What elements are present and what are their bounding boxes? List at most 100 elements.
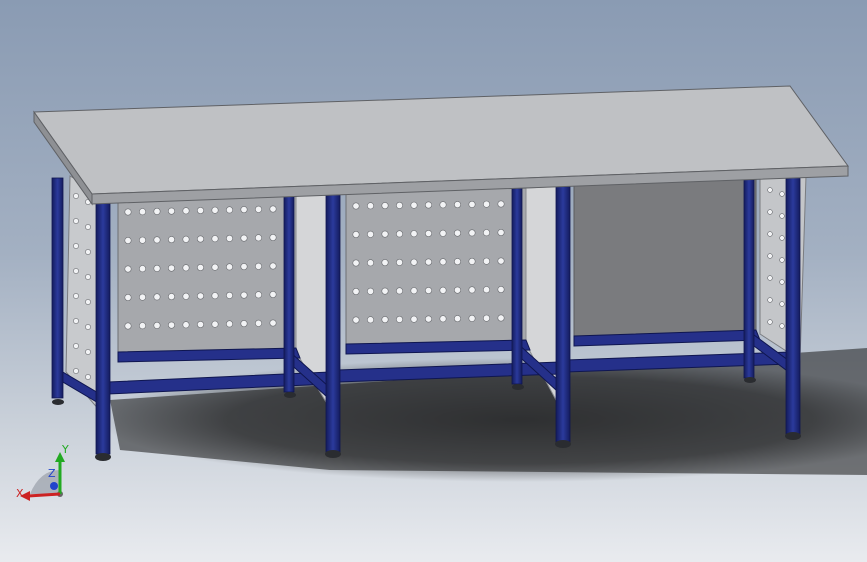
perforation-hole bbox=[424, 258, 432, 266]
perforation-hole bbox=[255, 234, 263, 242]
perforation-hole bbox=[468, 200, 476, 208]
perforation-hole bbox=[269, 234, 277, 242]
perforation-hole bbox=[197, 207, 205, 215]
perforation-hole bbox=[153, 207, 161, 215]
perforation-hole bbox=[767, 231, 773, 237]
perforation-hole bbox=[482, 200, 490, 208]
perforation-hole bbox=[482, 286, 490, 294]
perforation-hole bbox=[352, 231, 360, 239]
perforation-hole bbox=[410, 287, 418, 295]
perforation-hole bbox=[779, 235, 785, 241]
perforation-hole bbox=[73, 243, 79, 249]
perforation-hole bbox=[453, 286, 461, 294]
perforation-hole bbox=[182, 264, 190, 272]
perforation-hole bbox=[424, 315, 432, 323]
perforation-hole bbox=[779, 191, 785, 197]
perforation-hole bbox=[497, 285, 505, 293]
perforation-hole bbox=[240, 234, 248, 242]
perforation-hole bbox=[269, 290, 277, 298]
perforation-hole bbox=[468, 314, 476, 322]
perforation-hole bbox=[366, 230, 374, 238]
perforation-hole bbox=[211, 320, 219, 328]
perforation-hole bbox=[366, 202, 374, 210]
perforation-hole bbox=[240, 320, 248, 328]
perforation-hole bbox=[366, 259, 374, 267]
perforation-hole bbox=[226, 263, 234, 271]
perforation-hole bbox=[73, 218, 79, 224]
perforation-hole bbox=[410, 315, 418, 323]
perforation-hole bbox=[468, 286, 476, 294]
x-axis-label: X bbox=[16, 487, 24, 500]
perforation-hole bbox=[73, 293, 79, 299]
perforation-hole bbox=[124, 322, 132, 330]
perforation-hole bbox=[439, 258, 447, 266]
perforation-hole bbox=[439, 286, 447, 294]
perforation-hole bbox=[410, 201, 418, 209]
perforation-hole bbox=[779, 279, 785, 285]
perforation-hole bbox=[255, 262, 263, 270]
perforation-hole bbox=[153, 293, 161, 301]
perforation-hole bbox=[73, 343, 79, 349]
perforation-hole bbox=[73, 193, 79, 199]
perforation-hole bbox=[424, 201, 432, 209]
perforation-hole bbox=[381, 202, 389, 210]
z-axis-label: Z bbox=[48, 467, 56, 480]
perforation-hole bbox=[779, 323, 785, 329]
perforation-hole bbox=[124, 237, 132, 245]
perforation-hole bbox=[767, 187, 773, 193]
perforation-hole bbox=[211, 263, 219, 271]
perforation-hole bbox=[381, 287, 389, 295]
perforation-hole bbox=[352, 259, 360, 267]
perforation-hole bbox=[124, 265, 132, 273]
perforation-hole bbox=[497, 314, 505, 322]
y-axis-label: Y bbox=[62, 443, 69, 456]
perforation-hole bbox=[468, 229, 476, 237]
perforation-hole bbox=[197, 320, 205, 328]
perforation-hole bbox=[269, 262, 277, 270]
perforation-hole bbox=[381, 316, 389, 324]
perforation-hole bbox=[779, 257, 785, 263]
perforation-hole bbox=[139, 208, 147, 216]
perforation-hole bbox=[240, 206, 248, 214]
perforation-hole bbox=[168, 207, 176, 215]
graphics-viewport[interactable]: Y X Z bbox=[0, 0, 867, 562]
perforation-hole bbox=[85, 349, 91, 355]
perforation-hole bbox=[767, 275, 773, 281]
perforation-hole bbox=[168, 236, 176, 244]
perforation-hole bbox=[482, 314, 490, 322]
perforation-hole bbox=[226, 320, 234, 328]
perforation-hole bbox=[497, 200, 505, 208]
perforation-hole bbox=[240, 263, 248, 271]
perforation-hole bbox=[453, 258, 461, 266]
perforation-hole bbox=[197, 235, 205, 243]
perforation-hole bbox=[139, 265, 147, 273]
perforation-hole bbox=[153, 236, 161, 244]
perforation-hole bbox=[439, 229, 447, 237]
perforation-hole bbox=[211, 292, 219, 300]
perforation-hole bbox=[226, 234, 234, 242]
perforation-hole bbox=[366, 287, 374, 295]
x-axis-line bbox=[27, 492, 61, 498]
perforation-hole bbox=[352, 287, 360, 295]
perforation-hole bbox=[226, 206, 234, 214]
perforation-hole bbox=[226, 291, 234, 299]
perforation-hole bbox=[182, 235, 190, 243]
perforation-hole bbox=[395, 258, 403, 266]
perforation-hole bbox=[85, 374, 91, 380]
perforation-hole bbox=[168, 321, 176, 329]
perforation-hole bbox=[395, 287, 403, 295]
perforation-hole bbox=[497, 257, 505, 265]
workbench-model[interactable] bbox=[0, 0, 867, 562]
perforation-hole bbox=[410, 230, 418, 238]
perforation-hole bbox=[73, 318, 79, 324]
perforation-hole bbox=[381, 259, 389, 267]
perforation-hole bbox=[255, 319, 263, 327]
perforation-hole bbox=[767, 253, 773, 259]
perforation-hole bbox=[482, 257, 490, 265]
perforation-hole bbox=[767, 209, 773, 215]
perforation-hole bbox=[439, 201, 447, 209]
perforation-hole bbox=[453, 315, 461, 323]
perforation-hole bbox=[182, 207, 190, 215]
z-axis-marker bbox=[50, 482, 58, 490]
perforation-hole bbox=[468, 257, 476, 265]
